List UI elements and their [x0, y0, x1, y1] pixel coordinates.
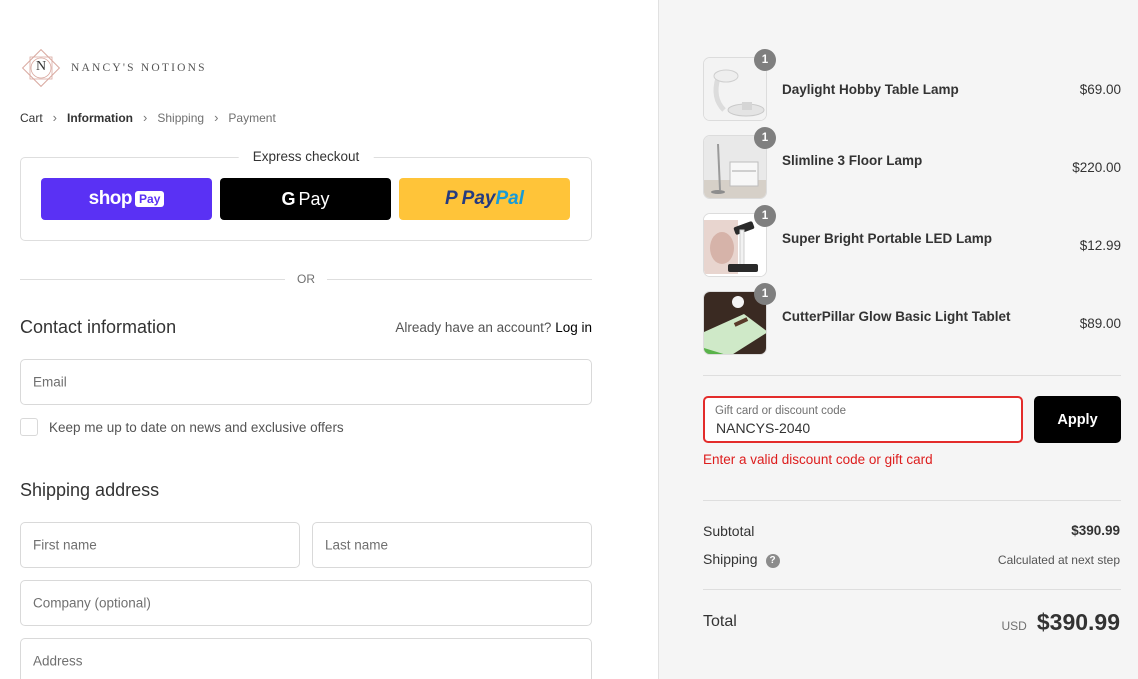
account-prompt: Already have an account? Log in: [395, 320, 592, 335]
address-field[interactable]: Address: [20, 638, 592, 679]
shop-pay-button[interactable]: shop Pay: [41, 178, 212, 220]
first-name-placeholder: First name: [33, 537, 97, 553]
newsletter-option[interactable]: Keep me up to date on news and exclusive…: [20, 418, 344, 436]
google-g-icon: G: [281, 188, 296, 209]
order-summary: 1 Daylight Hobby Table Lamp $69.00 1 Sli…: [658, 0, 1138, 679]
first-name-field[interactable]: First name: [20, 522, 300, 568]
apply-button[interactable]: Apply: [1034, 396, 1121, 443]
shipping-label: Shipping: [703, 551, 758, 567]
google-pay-button[interactable]: G Pay: [220, 178, 391, 220]
quantity-badge: 1: [754, 205, 776, 227]
breadcrumb-shipping: Shipping: [157, 110, 205, 125]
divider-line: [327, 279, 592, 280]
express-checkout: Express checkout shop Pay G Pay P Pay Pa…: [20, 149, 592, 241]
newsletter-label: Keep me up to date on news and exclusive…: [49, 419, 344, 435]
help-icon[interactable]: ?: [765, 554, 780, 568]
discount-code-field[interactable]: Gift card or discount code NANCYS-2040: [703, 396, 1023, 443]
last-name-placeholder: Last name: [325, 537, 389, 553]
shipping-row: Shipping?: [703, 551, 780, 568]
address-placeholder: Address: [33, 653, 83, 669]
discount-error-message: Enter a valid discount code or gift card: [703, 452, 933, 467]
total-value: $390.99: [1036, 609, 1120, 635]
monogram-icon: N: [19, 46, 63, 90]
chevron-right-icon: ›: [214, 110, 219, 125]
discount-code-label: Gift card or discount code: [715, 405, 847, 417]
company-field[interactable]: Company (optional): [20, 580, 592, 626]
paypal-button[interactable]: P Pay Pal: [399, 178, 570, 220]
account-text: Already have an account?: [395, 320, 552, 335]
paypal-icon: P: [444, 188, 458, 209]
shipping-title: Shipping address: [20, 480, 160, 500]
currency-code: USD: [1001, 619, 1027, 633]
item-name: Slimline 3 Floor Lamp: [782, 153, 923, 168]
item-price: $12.99: [1079, 238, 1121, 253]
item-price: $89.00: [1079, 316, 1121, 331]
shop-pay-badge: Pay: [135, 191, 165, 207]
last-name-field[interactable]: Last name: [312, 522, 592, 568]
brand-name: NANCY'S NOTIONS: [71, 62, 207, 74]
checkout-main: N NANCY'S NOTIONS Cart › Information › S…: [0, 0, 658, 679]
item-price: $69.00: [1079, 82, 1121, 97]
paypal-word-pal: Pal: [495, 188, 525, 209]
express-checkout-title: Express checkout: [238, 149, 374, 164]
shipping-value: Calculated at next step: [997, 553, 1120, 567]
item-name: Daylight Hobby Table Lamp: [782, 82, 959, 97]
cart-item: 1 CutterPillar Glow Basic Light Tablet $…: [703, 283, 1121, 355]
newsletter-checkbox[interactable]: [20, 418, 38, 436]
shop-pay-word: shop: [88, 188, 133, 209]
item-name: Super Bright Portable LED Lamp: [782, 231, 993, 246]
chevron-right-icon: ›: [52, 110, 58, 125]
brand-logo[interactable]: N NANCY'S NOTIONS: [19, 46, 207, 90]
total-label: Total: [703, 613, 737, 630]
total-amount: USD $390.99: [1002, 609, 1120, 636]
email-placeholder: Email: [33, 374, 67, 390]
divider-line: [703, 500, 1121, 501]
cart-item: 1 Daylight Hobby Table Lamp $69.00: [703, 49, 1121, 121]
monogram-letter: N: [35, 59, 47, 74]
item-name: CutterPillar Glow Basic Light Tablet: [782, 309, 1011, 324]
email-field[interactable]: Email: [20, 359, 592, 405]
or-divider: OR: [20, 270, 592, 290]
cart-item: 1 Super Bright Portable LED Lamp $12.99: [703, 205, 1121, 277]
breadcrumb-cart[interactable]: Cart: [20, 111, 43, 125]
subtotal-label: Subtotal: [703, 523, 755, 539]
chevron-right-icon: ›: [143, 110, 148, 125]
google-pay-label: Pay: [298, 188, 330, 209]
divider-line: [703, 375, 1121, 376]
login-link[interactable]: Log in: [555, 320, 592, 335]
breadcrumb: Cart › Information › Shipping › Payment: [20, 110, 276, 125]
discount-code-value: NANCYS-2040: [716, 420, 811, 436]
divider-line: [703, 589, 1121, 590]
cart-item: 1 Slimline 3 Floor Lamp $220.00: [703, 127, 1121, 199]
subtotal-value: $390.99: [1071, 523, 1120, 538]
item-price: $220.00: [1072, 160, 1121, 175]
company-placeholder: Company (optional): [33, 595, 151, 611]
breadcrumb-information: Information: [67, 110, 134, 125]
breadcrumb-payment: Payment: [228, 110, 276, 125]
paypal-word-pay: Pay: [461, 188, 496, 209]
quantity-badge: 1: [754, 127, 776, 149]
quantity-badge: 1: [754, 283, 776, 305]
contact-title: Contact information: [20, 317, 177, 337]
quantity-badge: 1: [754, 49, 776, 71]
